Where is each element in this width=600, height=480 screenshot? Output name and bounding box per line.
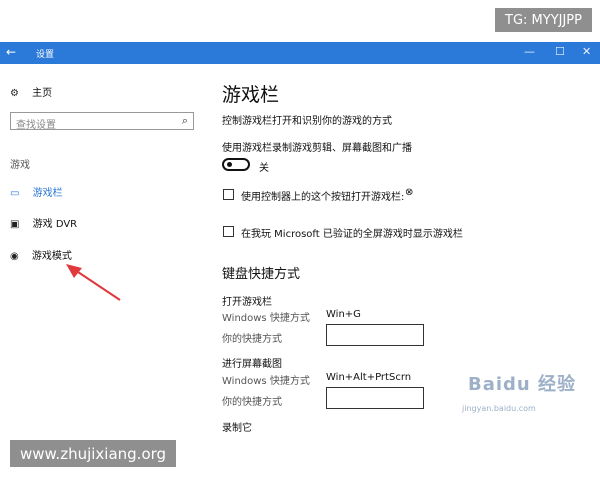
shortcuts-heading: 键盘快捷方式 [222, 267, 301, 282]
controller-checkbox-label: 使用控制器上的这个按钮打开游戏栏: [241, 192, 405, 203]
search-placeholder: 查找设置 [16, 120, 56, 131]
search-icon[interactable]: ⌕ [182, 114, 188, 128]
sidebar-item-label: 游戏 DVR [32, 219, 78, 230]
open-gamebar-group-label: 打开游戏栏 [222, 297, 272, 308]
window-title: 设置 [36, 50, 55, 60]
minimize-button[interactable]: — [524, 45, 535, 58]
open-gamebar-shortcut-input[interactable] [326, 324, 424, 346]
close-button[interactable]: ✕ [582, 45, 591, 58]
screenshot-default-shortcut: Win+Alt+PrtScrn [326, 372, 412, 383]
controller-checkbox[interactable] [223, 189, 234, 200]
sidebar-item-label: 游戏栏 [32, 188, 63, 199]
baidu-watermark-url: jingyan.baidu.com [462, 404, 536, 413]
annotation-arrow-icon [66, 264, 121, 301]
gauge-icon: ◉ [10, 251, 19, 262]
gear-icon: ⚙ [10, 88, 19, 99]
fullscreen-checkbox-label: 在我玩 Microsoft 已验证的全屏游戏时显示游戏栏 [241, 229, 463, 240]
record-toggle[interactable] [222, 158, 250, 171]
screenshot-group-label: 进行屏幕截图 [222, 359, 282, 370]
site-overlay: www.zhujixiang.org [10, 440, 177, 467]
capture-icon: ▣ [10, 219, 20, 230]
open-gamebar-default-shortcut: Win+G [326, 309, 361, 320]
xbox-icon: ⊗ [405, 187, 414, 198]
toggle-state-label: 关 [259, 163, 269, 174]
section-label: 游戏 [10, 160, 30, 171]
sidebar-item-gamebar[interactable]: ▭ 游戏栏 [10, 184, 63, 199]
back-arrow-icon[interactable]: ← [6, 45, 16, 59]
home-label: 主页 [32, 88, 53, 99]
maximize-button[interactable]: ☐ [555, 45, 565, 58]
toggle-knob [227, 162, 232, 167]
record-group-label: 录制它 [222, 423, 252, 434]
baidu-watermark-logo: Baidu 经验 [468, 374, 577, 395]
monitor-icon: ▭ [10, 188, 20, 199]
windows-shortcut-label: Windows 快捷方式 [222, 313, 310, 324]
fullscreen-checkbox[interactable] [223, 226, 234, 237]
your-shortcut-label: 你的快捷方式 [222, 334, 282, 345]
page-title: 游戏栏 [222, 84, 280, 106]
sidebar-item-dvr[interactable]: ▣ 游戏 DVR [10, 215, 77, 230]
windows-shortcut-label: Windows 快捷方式 [222, 376, 310, 387]
tg-overlay: TG: MYYJJPP [495, 8, 592, 32]
home-nav-item[interactable]: ⚙ 主页 [10, 84, 52, 99]
record-setting-label: 使用游戏栏录制游戏剪辑、屏幕截图和广播 [222, 143, 412, 154]
title-bar: ← 设置 — ☐ ✕ [0, 42, 600, 64]
screenshot-shortcut-input[interactable] [326, 387, 424, 409]
your-shortcut-label: 你的快捷方式 [222, 397, 282, 408]
search-input[interactable]: 查找设置 ⌕ [10, 112, 194, 131]
page-subtitle: 控制游戏栏打开和识别你的游戏的方式 [222, 116, 392, 127]
